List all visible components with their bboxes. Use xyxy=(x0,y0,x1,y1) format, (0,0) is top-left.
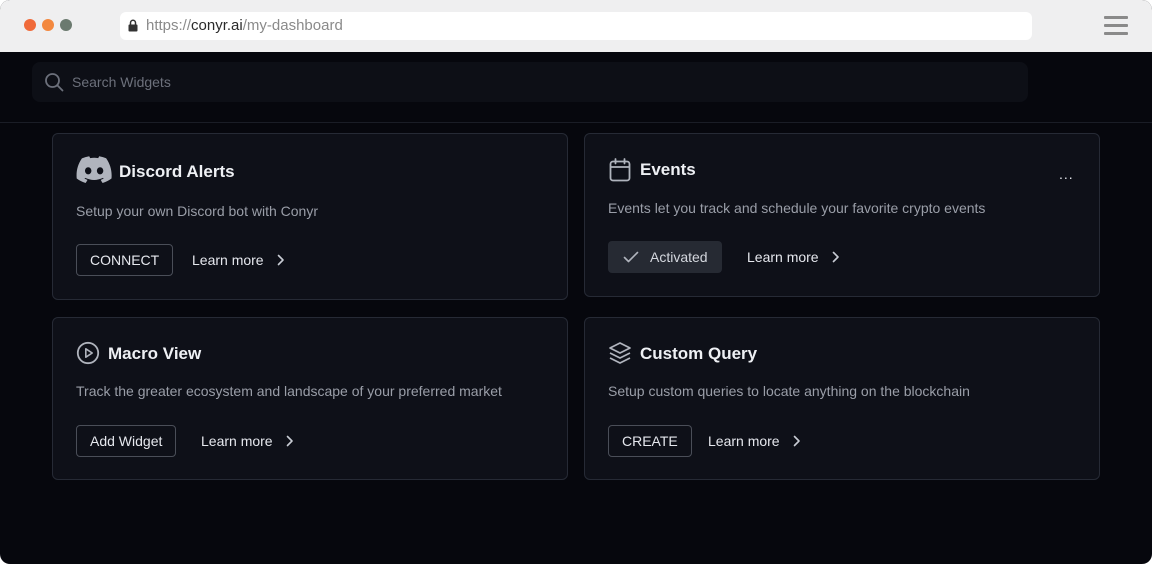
check-icon xyxy=(623,251,639,263)
chevron-right-icon xyxy=(793,435,800,447)
card-title: Discord Alerts xyxy=(119,162,235,181)
play-circle-icon xyxy=(76,341,100,365)
lock-icon xyxy=(128,19,138,32)
create-button[interactable]: CREATE xyxy=(608,425,692,457)
chevron-right-icon xyxy=(832,251,839,263)
card-title: Macro View xyxy=(108,344,202,363)
calendar-icon xyxy=(609,158,631,182)
more-options-icon[interactable]: ... xyxy=(1059,167,1074,181)
card-description: Setup custom queries to locate anything … xyxy=(608,383,970,399)
chevron-right-icon xyxy=(277,254,284,266)
learn-more-label: Learn more xyxy=(201,433,273,449)
url-path: /my-dashboard xyxy=(242,17,343,34)
chevron-right-icon xyxy=(286,435,293,447)
discord-icon xyxy=(76,156,112,183)
learn-more-label: Learn more xyxy=(192,252,264,268)
card-custom-query: Custom Query Setup custom queries to loc… xyxy=(584,317,1100,480)
learn-more-label: Learn more xyxy=(708,433,780,449)
connect-button[interactable]: CONNECT xyxy=(76,244,174,276)
search-box[interactable] xyxy=(32,62,1028,102)
card-title: Custom Query xyxy=(640,344,758,363)
maximize-window-dot[interactable] xyxy=(60,19,72,31)
learn-more-link[interactable]: Learn more xyxy=(708,425,801,457)
close-window-dot[interactable] xyxy=(24,19,36,31)
url-text: https://conyr.ai/my-dashboard xyxy=(146,17,343,35)
learn-more-link[interactable]: Learn more xyxy=(201,425,294,457)
search-bar-area xyxy=(0,52,1152,123)
search-input[interactable] xyxy=(72,72,972,92)
url-scheme: https:// xyxy=(146,17,192,34)
browser-window: https://conyr.ai/my-dashboard Discord Al… xyxy=(0,0,1152,564)
activated-label: Activated xyxy=(650,249,708,265)
layers-icon xyxy=(609,342,631,364)
card-events: Events ... Events let you track and sche… xyxy=(584,133,1100,297)
hamburger-menu-icon[interactable] xyxy=(1104,16,1128,36)
card-macro-view: Macro View Track the greater ecosystem a… xyxy=(52,317,568,480)
activated-button[interactable]: Activated xyxy=(608,241,722,273)
learn-more-label: Learn more xyxy=(747,249,819,265)
browser-toolbar: https://conyr.ai/my-dashboard xyxy=(0,0,1152,52)
minimize-window-dot[interactable] xyxy=(42,19,54,31)
card-discord-alerts: Discord Alerts Setup your own Discord bo… xyxy=(52,133,568,300)
address-bar[interactable]: https://conyr.ai/my-dashboard xyxy=(120,12,1032,40)
add-widget-button[interactable]: Add Widget xyxy=(76,425,177,457)
url-host: conyr.ai xyxy=(191,17,243,34)
card-description: Events let you track and schedule your f… xyxy=(608,200,986,216)
learn-more-link[interactable]: Learn more xyxy=(192,244,285,276)
card-title: Events xyxy=(640,160,696,179)
card-description: Setup your own Discord bot with Conyr xyxy=(76,203,318,219)
search-icon xyxy=(45,73,64,92)
learn-more-link[interactable]: Learn more xyxy=(747,241,840,273)
card-description: Track the greater ecosystem and landscap… xyxy=(76,383,502,399)
